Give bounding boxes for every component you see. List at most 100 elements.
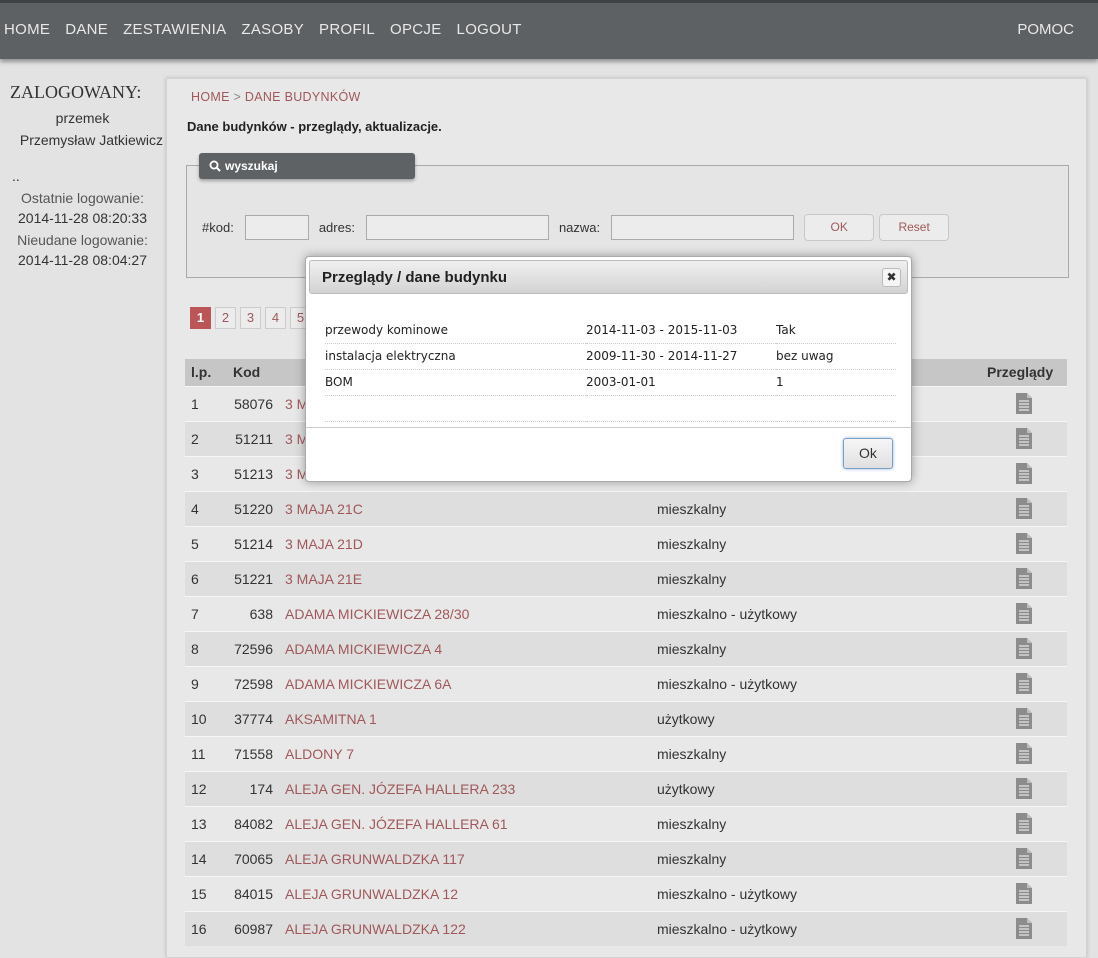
document-icon[interactable] — [1015, 707, 1033, 730]
nazwa-input[interactable] — [611, 215, 795, 240]
document-icon[interactable] — [1015, 637, 1033, 660]
cell-kod: 174 — [227, 770, 279, 806]
logged-in-heading: ZALOGOWANY: — [10, 82, 142, 102]
document-icon[interactable] — [1015, 497, 1033, 520]
cell-kod: 60987 — [227, 910, 279, 946]
cell-type: użytkowy — [651, 700, 981, 736]
cell-address-link[interactable]: 3 MAJA 21E — [279, 560, 651, 596]
sidebar-dots: .. — [12, 168, 20, 184]
document-icon[interactable] — [1015, 427, 1033, 450]
cell-address-link[interactable]: ALEJA GRUNWALDZKA 117 — [279, 840, 651, 876]
search-ok-button[interactable]: OK — [804, 214, 875, 241]
adres-label: adres: — [318, 220, 355, 235]
cell-type: mieszkalny — [651, 630, 981, 666]
table-row: 16 60987 ALEJA GRUNWALDZKA 122 mieszkalno -… — [185, 910, 1067, 946]
cell-type: mieszkalny — [651, 840, 981, 876]
cell-lp: 1 — [185, 385, 227, 421]
nav-zestawienia[interactable]: ZESTAWIENIA — [123, 21, 226, 38]
nazwa-label: nazwa: — [558, 220, 601, 235]
inspections-body: przewody kominowe 2014-11-03 - 2015-11-03… — [325, 317, 896, 422]
kod-label: #kod: — [202, 220, 234, 235]
cell-address-link[interactable]: ALEJA GRUNWALDZKA 122 — [279, 910, 651, 946]
page-3[interactable]: 3 — [240, 307, 261, 329]
adres-input[interactable] — [365, 215, 549, 240]
cell-inspections — [981, 525, 1067, 561]
search-tab[interactable]: wyszukaj — [199, 153, 415, 179]
nav-zasoby[interactable]: ZASOBY — [241, 21, 304, 38]
table-row: 14 70065 ALEJA GRUNWALDZKA 117 mieszkalny — [185, 840, 1067, 876]
inspection-value: bez uwag — [776, 343, 896, 370]
breadcrumb-home[interactable]: HOME — [191, 90, 230, 104]
nav-help[interactable]: POMOC — [1017, 21, 1074, 38]
cell-address-link[interactable]: 3 MAJA 21C — [279, 490, 651, 526]
table-row: 7 638 ADAMA MICKIEWICZA 28/30 mieszkalno - … — [185, 595, 1067, 631]
kod-input[interactable] — [244, 215, 309, 240]
cell-address-link[interactable]: ADAMA MICKIEWICZA 28/30 — [279, 595, 651, 631]
inspections-dialog: Przeglądy / dane budynku ✖ przewody komi… — [305, 256, 912, 482]
cell-kod: 51214 — [227, 525, 279, 561]
cell-inspections — [981, 560, 1067, 596]
dialog-ok-button[interactable]: Ok — [843, 438, 893, 469]
cell-address-link[interactable]: ALDONY 7 — [279, 735, 651, 771]
table-row: 12 174 ALEJA GEN. JÓZEFA HALLERA 233 użytko… — [185, 770, 1067, 806]
nav-logout[interactable]: LOGOUT — [457, 21, 522, 38]
cell-kod: 71558 — [227, 735, 279, 771]
cell-address-link[interactable]: 3 MAJA 21D — [279, 525, 651, 561]
inspection-dates: 2009-11-30 - 2014-11-27 — [586, 343, 776, 370]
nav-profil[interactable]: PROFIL — [319, 21, 375, 38]
cell-type: mieszkalno - użytkowy — [651, 910, 981, 946]
cell-lp: 9 — [185, 665, 227, 701]
header-lp: l.p. — [185, 359, 227, 386]
document-icon[interactable] — [1015, 462, 1033, 485]
search-reset-button[interactable]: Reset — [879, 214, 950, 241]
document-icon[interactable] — [1015, 777, 1033, 800]
header-przeglady: Przeglądy — [981, 359, 1067, 386]
cell-type: mieszkalno - użytkowy — [651, 595, 981, 631]
nav-opcje[interactable]: OPCJE — [390, 21, 442, 38]
nav-dane[interactable]: DANE — [65, 21, 108, 38]
cell-inspections — [981, 490, 1067, 526]
table-row: 11 71558 ALDONY 7 mieszkalny — [185, 735, 1067, 771]
breadcrumb: HOME > DANE BUDYNKÓW — [191, 90, 361, 104]
user-full-name: Przemysław Jatkiewicz — [19, 132, 163, 148]
breadcrumb-current[interactable]: DANE BUDYNKÓW — [245, 90, 361, 104]
page-2[interactable]: 2 — [215, 307, 236, 329]
cell-lp: 5 — [185, 525, 227, 561]
cell-lp: 12 — [185, 770, 227, 806]
nav-home[interactable]: HOME — [4, 21, 50, 38]
cell-kod: 51220 — [227, 490, 279, 526]
cell-inspections — [981, 665, 1067, 701]
cell-lp: 16 — [185, 910, 227, 946]
cell-address-link[interactable]: ALEJA GEN. JÓZEFA HALLERA 61 — [279, 805, 651, 841]
cell-lp: 11 — [185, 735, 227, 771]
cell-inspections — [981, 840, 1067, 876]
document-icon[interactable] — [1015, 847, 1033, 870]
cell-inspections — [981, 700, 1067, 736]
document-icon[interactable] — [1015, 532, 1033, 555]
page-1[interactable]: 1 — [190, 307, 211, 329]
cell-address-link[interactable]: ADAMA MICKIEWICZA 6A — [279, 665, 651, 701]
document-icon[interactable] — [1015, 392, 1033, 415]
inspections-table: przewody kominowe 2014-11-03 - 2015-11-03… — [325, 317, 896, 422]
inspection-row: instalacja elektryczna 2009-11-30 - 2014-… — [325, 343, 896, 370]
document-icon[interactable] — [1015, 917, 1033, 940]
cell-address-link[interactable]: ALEJA GEN. JÓZEFA HALLERA 233 — [279, 770, 651, 806]
document-icon[interactable] — [1015, 812, 1033, 835]
cell-kod: 72596 — [227, 630, 279, 666]
close-icon[interactable]: ✖ — [882, 268, 901, 287]
cell-address-link[interactable]: ADAMA MICKIEWICZA 4 — [279, 630, 651, 666]
document-icon[interactable] — [1015, 602, 1033, 625]
cell-address-link[interactable]: AKSAMITNA 1 — [279, 700, 651, 736]
table-row: 4 51220 3 MAJA 21C mieszkalny — [185, 490, 1067, 526]
document-icon[interactable] — [1015, 567, 1033, 590]
document-icon[interactable] — [1015, 882, 1033, 905]
last-login-value: 2014-11-28 08:20:33 — [18, 210, 147, 226]
cell-kod: 638 — [227, 595, 279, 631]
table-row: 13 84082 ALEJA GEN. JÓZEFA HALLERA 61 miesz… — [185, 805, 1067, 841]
cell-type: użytkowy — [651, 770, 981, 806]
page-4[interactable]: 4 — [265, 307, 286, 329]
cell-type: mieszkalny — [651, 525, 981, 561]
document-icon[interactable] — [1015, 672, 1033, 695]
cell-address-link[interactable]: ALEJA GRUNWALDZKA 12 — [279, 875, 651, 911]
document-icon[interactable] — [1015, 742, 1033, 765]
